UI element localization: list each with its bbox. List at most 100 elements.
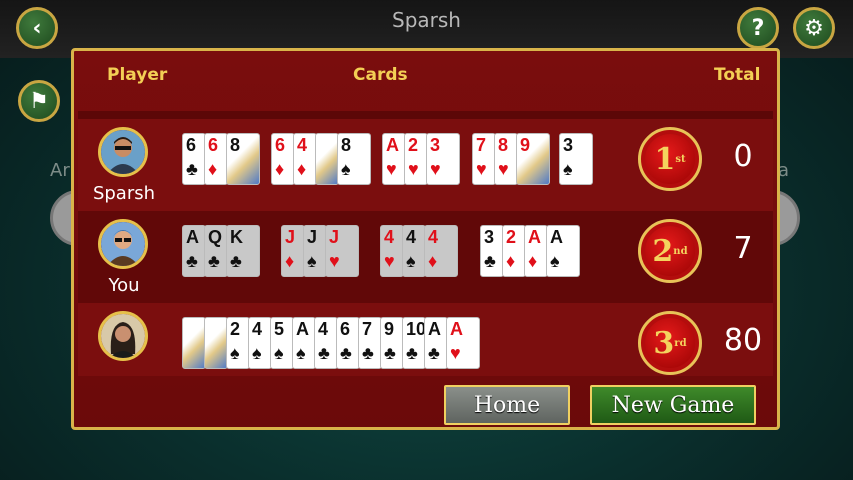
playing-card: 8 [226, 133, 260, 185]
playing-card: 6 ♦ [204, 133, 228, 185]
playing-card: 4 ♣ [314, 317, 338, 369]
playing-card: A ♣ [424, 317, 448, 369]
card-rank: 4 [297, 135, 308, 155]
card-rank: A [186, 227, 199, 247]
playing-card: A ♠ [292, 317, 316, 369]
card-rank: J [329, 227, 340, 247]
rank-suffix: rd [674, 337, 687, 349]
card-rank: K [230, 227, 243, 247]
rank-number: 3 [653, 325, 675, 361]
card-rank: 9 [520, 135, 531, 155]
bg-left-label: Ar [50, 160, 70, 181]
player-name: Sparsh [92, 183, 156, 204]
player-total: 80 [723, 323, 763, 358]
playing-card: Q ♣ [204, 225, 228, 277]
playing-card: 5 ♠ [270, 317, 294, 369]
card-group: 3 ♠ [559, 133, 593, 185]
card-rank: 2 [408, 135, 419, 155]
card-rank: A [296, 319, 309, 339]
rank-suffix: nd [673, 245, 688, 257]
card-suit: ♠ [307, 251, 317, 271]
card-suit: ♣ [208, 251, 220, 271]
card-rank: 6 [208, 135, 219, 155]
avatar [98, 311, 148, 361]
card-suit: ♦ [275, 159, 285, 179]
playing-card: 8 ♠ [337, 133, 371, 185]
card-rank: 8 [341, 135, 352, 155]
card-suit: ♦ [528, 251, 538, 271]
rank-medal: 2nd [638, 219, 702, 283]
card-group: A ♥ 2 ♥ 3 ♥ [382, 133, 460, 185]
card-rank: 5 [274, 319, 285, 339]
home-button[interactable]: Home [444, 385, 570, 425]
settings-button[interactable]: ⚙ [793, 7, 835, 49]
playing-card: 4 ♦ [424, 225, 458, 277]
playing-card: 2 ♥ [404, 133, 428, 185]
card-rank: 4 [318, 319, 329, 339]
card-suit: ♣ [484, 251, 496, 271]
card-suit: ♥ [386, 159, 397, 179]
playing-card: 3 ♥ [426, 133, 460, 185]
card-suit: ♦ [506, 251, 516, 271]
player-row-3: 2 ♠ 4 ♠ 5 ♠ A ♠ 4 ♣ 6 ♣ 7 ♣ 9 ♣ 10 ♣ A ♣ A ♥ 3rd 80 [78, 303, 773, 376]
card-suit: ♣ [318, 343, 330, 363]
playing-card: 3 ♠ [559, 133, 593, 185]
playing-card: 2 ♠ [226, 317, 250, 369]
card-rank: J [285, 227, 296, 247]
rank-number: 1 [654, 141, 676, 177]
avatar [98, 127, 148, 177]
card-rank: 4 [384, 227, 395, 247]
player-row-1: Sparsh 6 ♣ 6 ♦ 8 6 ♦ 4 ♦ 8 ♠ A ♥ 2 ♥ 3 ♥ 7 ♥ 8 ♥ 9 3 ♠ 1st 0 [78, 119, 773, 211]
card-suit: ♥ [430, 159, 441, 179]
card-rank: 4 [406, 227, 417, 247]
scoreboard-dialog: Player Cards Total Sparsh 6 ♣ 6 ♦ 8 6 ♦ 4 ♦ 8 ♠ A ♥ 2… [71, 48, 780, 430]
playing-card: A ♥ [446, 317, 480, 369]
card-rank: A [428, 319, 441, 339]
card-suit: ♥ [450, 343, 461, 363]
playing-card: A ♦ [524, 225, 548, 277]
card-suit: ♣ [406, 343, 418, 363]
back-button[interactable]: ‹ [16, 7, 58, 49]
card-rank: 6 [340, 319, 351, 339]
card-group: 6 ♦ 4 ♦ 8 ♠ [271, 133, 371, 185]
help-button[interactable]: ? [737, 7, 779, 49]
rank-number: 2 [652, 233, 674, 269]
card-rank: Q [208, 227, 223, 247]
playing-card: 6 ♦ [271, 133, 295, 185]
card-group: J ♦ J ♠ J ♥ [281, 225, 359, 277]
playing-card: J ♦ [281, 225, 305, 277]
gear-icon: ⚙ [804, 15, 824, 41]
player-total: 7 [733, 231, 753, 266]
card-suit: ♣ [384, 343, 396, 363]
flag-button[interactable]: ⚑ [18, 80, 60, 122]
card-rank: 6 [186, 135, 197, 155]
playing-card: 3 ♣ [480, 225, 504, 277]
new-game-button[interactable]: New Game [590, 385, 756, 425]
question-icon: ? [751, 15, 765, 41]
card-suit: ♠ [563, 159, 573, 179]
rank-suffix: st [675, 153, 686, 165]
card-group: 6 ♣ 6 ♦ 8 [182, 133, 260, 185]
card-rank: 7 [362, 319, 373, 339]
playing-card: 6 ♣ [336, 317, 360, 369]
rank-medal: 1st [638, 127, 702, 191]
card-group: A ♣ Q ♣ K ♣ [182, 225, 260, 277]
card-rank: 7 [476, 135, 487, 155]
playing-card: A ♣ [182, 225, 206, 277]
playing-card: 4 ♥ [380, 225, 404, 277]
card-rank: 2 [506, 227, 517, 247]
card-suit: ♠ [274, 343, 284, 363]
card-rank: 3 [430, 135, 441, 155]
card-suit: ♦ [297, 159, 307, 179]
card-rank: A [550, 227, 563, 247]
card-suit: ♠ [230, 343, 240, 363]
card-suit: ♠ [550, 251, 560, 271]
playing-card: 7 ♣ [358, 317, 382, 369]
playing-card: 6 ♣ [182, 133, 206, 185]
card-rank: 4 [428, 227, 439, 247]
card-suit: ♥ [329, 251, 340, 271]
playing-card: J ♠ [303, 225, 327, 277]
card-rank: 3 [563, 135, 574, 155]
header-total: Total [714, 65, 761, 85]
card-rank: A [528, 227, 541, 247]
